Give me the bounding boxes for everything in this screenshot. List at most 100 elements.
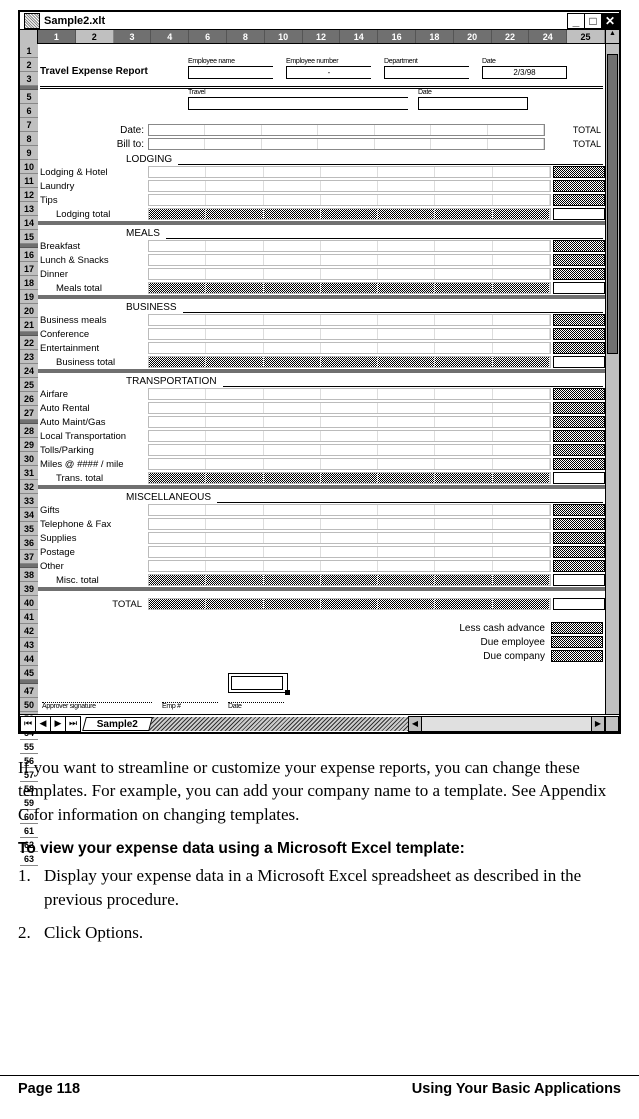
maximize-button[interactable]: □ — [584, 13, 602, 29]
billto-row[interactable] — [148, 138, 545, 150]
field-input[interactable] — [418, 97, 528, 110]
row-header[interactable]: 12 — [20, 188, 38, 202]
embedded-image-object[interactable] — [228, 673, 288, 693]
expense-cells[interactable] — [148, 194, 551, 206]
row-header[interactable]: 44 — [20, 652, 38, 666]
expense-cells[interactable] — [148, 328, 551, 340]
field-input[interactable] — [188, 97, 408, 110]
col-header[interactable]: 2 — [76, 30, 114, 43]
tab-last-button[interactable]: ⏭ — [65, 716, 81, 732]
row-header[interactable]: 17 — [20, 262, 38, 276]
row-header[interactable]: 7 — [20, 118, 38, 132]
row-header[interactable]: 18 — [20, 276, 38, 290]
col-header[interactable]: 10 — [265, 30, 303, 43]
expense-cells[interactable] — [148, 458, 551, 470]
expense-cells[interactable] — [148, 430, 551, 442]
row-header[interactable]: 55 — [20, 740, 38, 754]
ruler-corner[interactable] — [20, 30, 38, 44]
resize-handle-icon[interactable] — [285, 690, 290, 695]
col-header[interactable]: 3 — [114, 30, 152, 43]
row-header[interactable]: 31 — [20, 466, 38, 480]
minimize-button[interactable]: _ — [567, 13, 585, 29]
resize-grip[interactable] — [605, 716, 619, 732]
date-row[interactable] — [148, 124, 545, 136]
row-header[interactable]: 36 — [20, 536, 38, 550]
row-header[interactable]: 47 — [20, 684, 38, 698]
close-button[interactable]: ✕ — [601, 13, 619, 29]
expense-cells[interactable] — [148, 402, 551, 414]
row-header[interactable]: 20 — [20, 304, 38, 318]
expense-cells[interactable] — [148, 314, 551, 326]
row-header[interactable]: 35 — [20, 522, 38, 536]
row-header[interactable]: 10 — [20, 160, 38, 174]
row-header[interactable]: 25 — [20, 378, 38, 392]
col-header[interactable]: 12 — [303, 30, 341, 43]
tab-next-button[interactable]: ▶ — [50, 716, 66, 732]
expense-cells[interactable] — [148, 254, 551, 266]
field-input[interactable] — [188, 66, 273, 79]
row-header[interactable]: 24 — [20, 364, 38, 378]
row-header[interactable]: 38 — [20, 568, 38, 582]
expense-cells[interactable] — [148, 240, 551, 252]
row-header[interactable]: 32 — [20, 480, 38, 494]
row-header[interactable]: 42 — [20, 624, 38, 638]
expense-cells[interactable] — [148, 180, 551, 192]
col-header[interactable]: 1 — [38, 30, 76, 43]
col-header[interactable]: 25 — [567, 30, 605, 43]
col-header[interactable]: 24 — [529, 30, 567, 43]
row-header[interactable]: 37 — [20, 550, 38, 564]
expense-cells[interactable] — [148, 504, 551, 516]
row-header[interactable]: 39 — [20, 582, 38, 596]
col-header[interactable]: 16 — [378, 30, 416, 43]
row-header[interactable]: 27 — [20, 406, 38, 420]
sheet-tab[interactable]: Sample2 — [82, 717, 153, 731]
row-header[interactable]: 26 — [20, 392, 38, 406]
expense-cells[interactable] — [148, 560, 551, 572]
vertical-scrollbar[interactable] — [605, 44, 619, 714]
col-header[interactable]: 20 — [454, 30, 492, 43]
row-header[interactable]: 40 — [20, 596, 38, 610]
row-header[interactable]: 41 — [20, 610, 38, 624]
expense-cells[interactable] — [148, 416, 551, 428]
row-header[interactable]: 2 — [20, 58, 38, 72]
row-header[interactable]: 1 — [20, 44, 38, 58]
field-input[interactable]: - — [286, 66, 371, 79]
row-header[interactable]: 6 — [20, 104, 38, 118]
scroll-up-arrow[interactable]: ▲ — [605, 30, 619, 43]
row-header[interactable]: 29 — [20, 438, 38, 452]
hscroll-left-button[interactable]: ◀ — [408, 716, 422, 732]
expense-cells[interactable] — [148, 166, 551, 178]
spreadsheet-canvas[interactable]: Travel Expense ReportEmployee nameEmploy… — [38, 44, 605, 714]
col-header[interactable]: 6 — [189, 30, 227, 43]
field-input[interactable] — [384, 66, 469, 79]
col-header[interactable]: 18 — [416, 30, 454, 43]
row-header[interactable]: 13 — [20, 202, 38, 216]
col-header[interactable]: 22 — [492, 30, 530, 43]
row-header[interactable]: 45 — [20, 666, 38, 680]
row-header[interactable]: 19 — [20, 290, 38, 304]
field-input[interactable]: 2/3/98 — [482, 66, 567, 79]
expense-cells[interactable] — [148, 532, 551, 544]
row-header[interactable]: 3 — [20, 72, 38, 86]
col-header[interactable]: 4 — [151, 30, 189, 43]
row-header[interactable]: 11 — [20, 174, 38, 188]
expense-cells[interactable] — [148, 518, 551, 530]
scrollbar-thumb[interactable] — [607, 54, 618, 354]
row-header[interactable]: 34 — [20, 508, 38, 522]
row-header[interactable]: 16 — [20, 248, 38, 262]
row-header[interactable]: 5 — [20, 90, 38, 104]
row-header[interactable]: 15 — [20, 230, 38, 244]
expense-cells[interactable] — [148, 388, 551, 400]
hscroll-right-button[interactable]: ▶ — [591, 716, 605, 732]
row-header[interactable]: 8 — [20, 132, 38, 146]
tab-prev-button[interactable]: ◀ — [35, 716, 51, 732]
expense-cells[interactable] — [148, 444, 551, 456]
col-header[interactable]: 8 — [227, 30, 265, 43]
horizontal-scrollbar[interactable] — [422, 716, 592, 732]
expense-cells[interactable] — [148, 546, 551, 558]
row-header[interactable]: 22 — [20, 336, 38, 350]
row-header[interactable]: 14 — [20, 216, 38, 230]
row-header[interactable]: 50 — [20, 698, 38, 712]
row-header[interactable]: 21 — [20, 318, 38, 332]
row-header[interactable]: 23 — [20, 350, 38, 364]
